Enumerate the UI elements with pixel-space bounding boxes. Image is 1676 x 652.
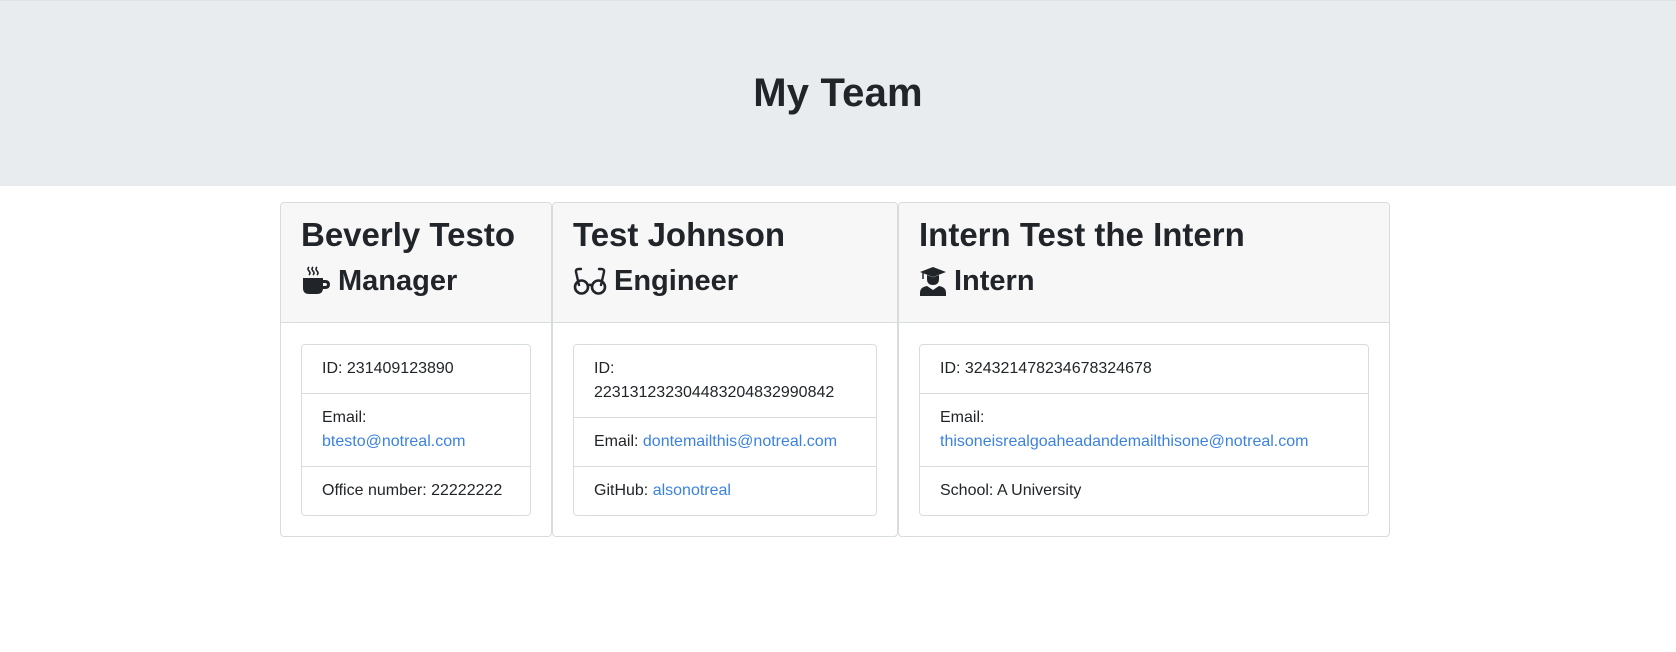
member-role: Manager	[301, 263, 531, 299]
id-label: ID:	[594, 360, 615, 377]
engineer-card: Test Johnson Engineer ID: 22313123230448…	[552, 202, 898, 537]
id-value: 231409123890	[346, 360, 454, 377]
id-label: ID:	[940, 360, 961, 377]
id-value: 223131232304483204832990842	[594, 384, 835, 401]
member-role: Intern	[919, 263, 1369, 299]
coffee-mug-icon	[301, 266, 331, 296]
list-item-office: Office number: 22222222	[302, 466, 530, 515]
role-label: Intern	[954, 265, 1035, 297]
member-name: Intern Test the Intern	[919, 216, 1245, 253]
list-item-id: ID: 324321478234678324678	[920, 345, 1368, 393]
card-body: ID: 223131232304483204832990842 Email: d…	[553, 323, 897, 536]
office-label: Office number:	[322, 482, 427, 499]
card-body: ID: 231409123890 Email: btesto@notreal.c…	[281, 323, 551, 536]
card-header: Beverly Testo Manager	[281, 203, 551, 323]
member-name: Test Johnson	[573, 216, 786, 253]
detail-list: ID: 223131232304483204832990842 Email: d…	[573, 344, 877, 516]
glasses-icon	[573, 266, 607, 296]
list-item-school: School: A University	[920, 466, 1368, 515]
list-item-email: Email: thisoneisrealgoaheadandemailthiso…	[920, 393, 1368, 466]
email-label: Email:	[594, 433, 639, 450]
id-label: ID:	[322, 360, 343, 377]
github-label: GitHub:	[594, 482, 649, 499]
list-item-github: GitHub: alsonotreal	[574, 466, 876, 515]
member-name: Beverly Testo	[301, 216, 515, 253]
role-label: Manager	[338, 265, 458, 297]
list-item-email: Email: dontemailthis@notreal.com	[574, 417, 876, 466]
intern-card: Intern Test the Intern Intern ID: 324321	[898, 202, 1390, 537]
card-header: Test Johnson Engineer	[553, 203, 897, 323]
office-value: 22222222	[431, 482, 503, 499]
school-label: School:	[940, 482, 994, 499]
email-link[interactable]: dontemailthis@notreal.com	[643, 433, 837, 450]
team-cards: Beverly Testo Manager ID: 231409123890 E…	[280, 202, 1390, 537]
detail-list: ID: 324321478234678324678 Email: thisone…	[919, 344, 1369, 516]
team-header: My Team	[0, 0, 1676, 186]
list-item-id: ID: 223131232304483204832990842	[574, 345, 876, 417]
card-header: Intern Test the Intern Intern	[899, 203, 1389, 323]
member-role: Engineer	[573, 263, 877, 299]
id-value: 324321478234678324678	[964, 360, 1152, 377]
school-value: A University	[996, 482, 1082, 499]
email-label: Email:	[940, 409, 985, 426]
manager-card: Beverly Testo Manager ID: 231409123890 E…	[280, 202, 552, 537]
list-item-id: ID: 231409123890	[302, 345, 530, 393]
email-label: Email:	[322, 409, 367, 426]
detail-list: ID: 231409123890 Email: btesto@notreal.c…	[301, 344, 531, 516]
email-link[interactable]: thisoneisrealgoaheadandemailthisone@notr…	[940, 433, 1308, 450]
page-title: My Team	[753, 71, 923, 115]
card-body: ID: 324321478234678324678 Email: thisone…	[899, 323, 1389, 536]
role-label: Engineer	[614, 265, 739, 297]
github-link[interactable]: alsonotreal	[653, 482, 731, 499]
list-item-email: Email: btesto@notreal.com	[302, 393, 530, 466]
email-link[interactable]: btesto@notreal.com	[322, 433, 465, 450]
graduate-icon	[919, 266, 947, 296]
